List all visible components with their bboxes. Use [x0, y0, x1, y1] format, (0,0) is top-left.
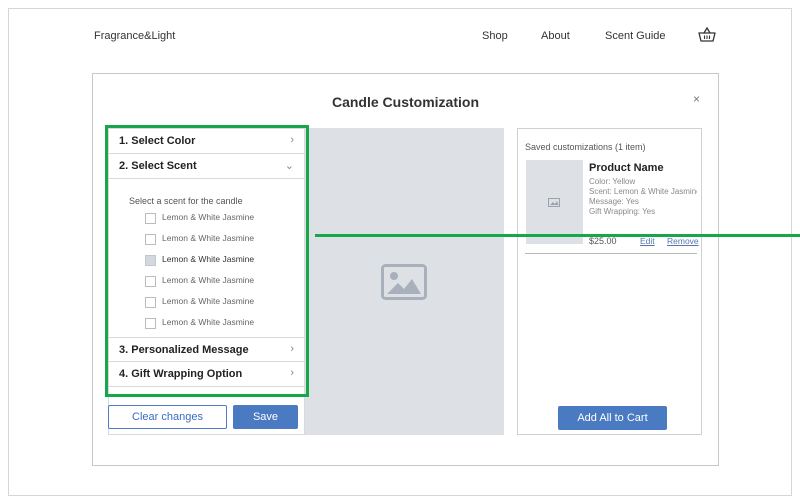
- saved-heading: Saved customizations (1 item): [525, 142, 646, 152]
- nav-about[interactable]: About: [541, 30, 570, 42]
- image-placeholder-icon: [548, 198, 560, 207]
- nav-scent-guide[interactable]: Scent Guide: [605, 30, 666, 42]
- highlight-pointer-line: [315, 234, 800, 237]
- product-color: Color: Yellow: [589, 177, 636, 186]
- remove-link[interactable]: Remove: [667, 236, 699, 246]
- close-icon[interactable]: ×: [693, 92, 700, 106]
- basket-icon[interactable]: [698, 26, 716, 43]
- candle-preview: [305, 128, 504, 435]
- product-message: Message: Yes: [589, 197, 639, 206]
- highlight-box: [105, 125, 309, 397]
- clear-changes-button[interactable]: Clear changes: [108, 405, 227, 429]
- product-scent: Scent: Lemon & White Jasmine: [589, 187, 697, 196]
- add-all-to-cart-button[interactable]: Add All to Cart: [558, 406, 667, 430]
- edit-link[interactable]: Edit: [640, 236, 655, 246]
- modal-title: Candle Customization: [331, 94, 479, 110]
- product-thumbnail: [526, 160, 583, 244]
- product-name: Product Name: [589, 162, 664, 174]
- image-placeholder-icon: [381, 264, 427, 300]
- product-gift-wrapping: Gift Wrapping: Yes: [589, 207, 656, 216]
- divider: [525, 253, 697, 254]
- nav-shop[interactable]: Shop: [482, 30, 508, 42]
- product-price: $25.00: [589, 236, 617, 246]
- save-button[interactable]: Save: [233, 405, 298, 429]
- saved-customizations-panel: Saved customizations (1 item) Product Na…: [517, 128, 702, 435]
- brand-logo[interactable]: Fragrance&Light: [94, 30, 175, 42]
